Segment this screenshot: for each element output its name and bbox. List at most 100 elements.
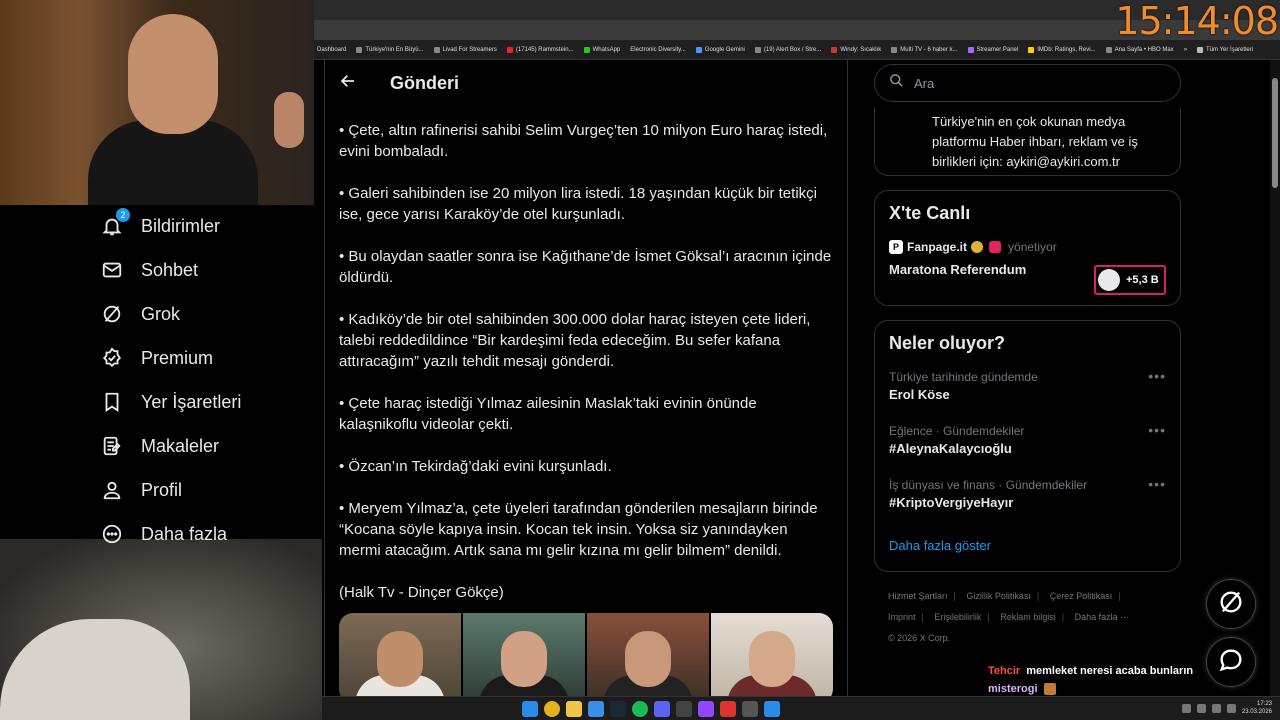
tray-icon[interactable] bbox=[1196, 703, 1206, 713]
footer-link-privacy[interactable]: Gizlilik Politikası bbox=[966, 591, 1031, 601]
right-sidebar: Türkiye'nin en çok okunan medya platform… bbox=[874, 60, 1181, 649]
article-icon bbox=[100, 434, 124, 458]
bookmark-item[interactable]: Multi TV - 6 haber k... bbox=[891, 46, 958, 53]
trend-item[interactable]: Türkiye tarihinde gündemde Erol Köse ••• bbox=[875, 362, 1180, 416]
system-date: 23.03.2026 bbox=[1241, 709, 1272, 715]
footer-link-accessibility[interactable]: Erişilebilirlik bbox=[934, 612, 981, 622]
sidebar-item-premium[interactable]: Premium bbox=[96, 336, 314, 380]
sidebar-item-label: Makaleler bbox=[141, 435, 220, 456]
live-spaces-card[interactable]: X'te Canlı P Fanpage.it yönetiyor Marato… bbox=[874, 190, 1181, 306]
all-bookmarks-folder[interactable]: Tüm Yer İşaretleri bbox=[1197, 46, 1253, 53]
post-image-grid[interactable] bbox=[339, 613, 833, 696]
start-menu-icon[interactable] bbox=[522, 701, 538, 717]
bookmark-item[interactable]: Streamer Panel bbox=[967, 46, 1018, 53]
chat-message: Tehcir memleket neresi acaba bunların bbox=[988, 662, 1218, 680]
footer-link-ads-info[interactable]: Reklam bilgisi bbox=[1000, 612, 1056, 622]
app-icon[interactable] bbox=[742, 701, 758, 717]
listener-count-button[interactable]: +5,3 B bbox=[1094, 265, 1166, 295]
grok-icon bbox=[100, 302, 124, 326]
sidebar-item-label: Yer İşaretleri bbox=[141, 391, 242, 412]
bookmarks-overflow[interactable]: » bbox=[1184, 47, 1187, 53]
more-dots-icon[interactable]: ••• bbox=[1148, 422, 1166, 438]
post-paragraph: • Galeri sahibinden ise 20 milyon lira i… bbox=[339, 185, 817, 223]
file-explorer-icon[interactable] bbox=[566, 701, 582, 717]
app-icon[interactable] bbox=[676, 701, 692, 717]
discord-icon[interactable] bbox=[654, 701, 670, 717]
tray-icon[interactable] bbox=[1181, 703, 1191, 713]
post-photo[interactable] bbox=[711, 613, 833, 696]
trends-title: Neler oluyor? bbox=[889, 333, 1006, 353]
trend-meta: İş dünyası ve finans · Gündemdekiler bbox=[889, 478, 1088, 492]
system-clock[interactable]: 17:23 23.03.2026 bbox=[1242, 700, 1272, 716]
app-icon[interactable] bbox=[588, 701, 604, 717]
system-tray: 17:23 23.03.2026 bbox=[1181, 700, 1272, 716]
trend-item[interactable]: İş dünyası ve finans · Gündemdekiler #Kr… bbox=[875, 470, 1180, 524]
chat-bubble-icon bbox=[1217, 646, 1245, 679]
more-dots-icon[interactable]: ••• bbox=[1148, 476, 1166, 492]
footer-link-more[interactable]: Daha fazla ··· bbox=[1075, 612, 1130, 622]
twitch-icon[interactable] bbox=[698, 701, 714, 717]
post-paragraph: • Meryem Yılmaz’a, çete üyeleri tarafınd… bbox=[339, 500, 818, 559]
scrollbar-thumb[interactable] bbox=[1272, 78, 1278, 188]
footer-link-terms[interactable]: Hizmet Şartları bbox=[888, 591, 948, 601]
footer-link-imprint[interactable]: Imprint bbox=[888, 612, 916, 622]
post-paragraph: • Çete, altın rafinerisi sahibi Selim Vu… bbox=[339, 122, 828, 160]
bookmark-item[interactable]: Ana Sayfa • HBO Max bbox=[1105, 46, 1174, 53]
post-paragraph: • Özcan’ın Tekirdağ’daki evini kurşunlad… bbox=[339, 458, 612, 475]
host-avatar bbox=[989, 241, 1002, 253]
chat-username: Tehcir bbox=[988, 665, 1021, 677]
more-dots-icon[interactable]: ••• bbox=[1148, 368, 1166, 384]
sidebar-item-profile[interactable]: Profil bbox=[96, 468, 314, 512]
show-more-link[interactable]: Daha fazla göster bbox=[875, 524, 1180, 567]
steam-icon[interactable] bbox=[610, 701, 626, 717]
grok-fab-button[interactable] bbox=[1206, 579, 1256, 629]
more-circle-icon bbox=[100, 522, 124, 546]
sidebar-item-label: Bildirimler bbox=[141, 215, 221, 236]
trend-item[interactable]: Eğlence · Gündemdekiler #AleynaKalaycıoğ… bbox=[875, 416, 1180, 470]
sidebar-item-bookmarks[interactable]: Yer İşaretleri bbox=[96, 380, 314, 424]
search-box[interactable] bbox=[874, 64, 1181, 102]
envelope-icon bbox=[100, 258, 124, 282]
bookmark-item[interactable]: Google Gemini bbox=[695, 46, 745, 53]
post-header: Gönderi bbox=[325, 60, 847, 106]
footer-link-cookies[interactable]: Çerez Politikası bbox=[1050, 591, 1113, 601]
promo-card: Türkiye'nin en çok okunan medya platform… bbox=[874, 108, 1181, 176]
post-photo[interactable] bbox=[587, 613, 709, 696]
sidebar-item-grok[interactable]: Grok bbox=[96, 292, 314, 336]
sidebar-item-articles[interactable]: Makaleler bbox=[96, 424, 314, 468]
sidebar-item-notifications[interactable]: 2 Bildirimler bbox=[96, 204, 314, 248]
post-source-credit: (Halk Tv - Dinçer Gökçe) bbox=[339, 584, 504, 601]
sidebar-item-label: Premium bbox=[141, 347, 214, 368]
search-input[interactable] bbox=[914, 75, 1134, 91]
bookmark-item[interactable]: Windy: Sıcaklık bbox=[831, 46, 881, 53]
person-icon bbox=[100, 478, 124, 502]
sidebar-item-more[interactable]: Daha fazla bbox=[96, 512, 314, 556]
listener-avatar bbox=[1098, 269, 1120, 291]
bookmark-item[interactable]: Türkiye'nin En Büyü... bbox=[356, 46, 424, 53]
spotify-icon[interactable] bbox=[632, 701, 648, 717]
sidebar-item-chat[interactable]: Sohbet bbox=[96, 248, 314, 292]
live-host: P Fanpage.it yönetiyor bbox=[875, 224, 1180, 254]
post-photo[interactable] bbox=[339, 613, 461, 696]
chat-text: memleket neresi acaba bunların bbox=[1026, 665, 1194, 677]
network-icon[interactable] bbox=[1211, 703, 1221, 713]
grok-icon bbox=[1217, 588, 1245, 621]
post-photo[interactable] bbox=[463, 613, 585, 696]
sidebar-item-label: Sohbet bbox=[141, 259, 199, 280]
bookmark-item[interactable]: (19) Alert Box / Stre... bbox=[754, 46, 821, 53]
bell-icon: 2 bbox=[100, 208, 130, 238]
host-role: yönetiyor bbox=[1008, 240, 1057, 254]
bookmark-item[interactable]: Electronic Diversity... bbox=[630, 47, 686, 53]
bookmark-item[interactable]: IMDb: Ratings, Revi... bbox=[1028, 46, 1096, 53]
app-icon[interactable] bbox=[720, 701, 736, 717]
chrome-icon[interactable] bbox=[544, 701, 560, 717]
bookmark-item[interactable]: Livad For Streamers bbox=[433, 46, 497, 53]
volume-icon[interactable] bbox=[1226, 703, 1236, 713]
sidebar-item-label: Grok bbox=[141, 303, 181, 324]
bookmark-item[interactable]: (17145) Rammstein... bbox=[506, 46, 574, 53]
page-scrollbar[interactable] bbox=[1270, 60, 1280, 696]
bookmark-item[interactable]: WhatsApp bbox=[583, 46, 620, 53]
bookmark-item[interactable]: Dashboard bbox=[317, 47, 346, 53]
app-icon[interactable] bbox=[764, 701, 780, 717]
back-arrow-icon[interactable] bbox=[339, 72, 357, 95]
